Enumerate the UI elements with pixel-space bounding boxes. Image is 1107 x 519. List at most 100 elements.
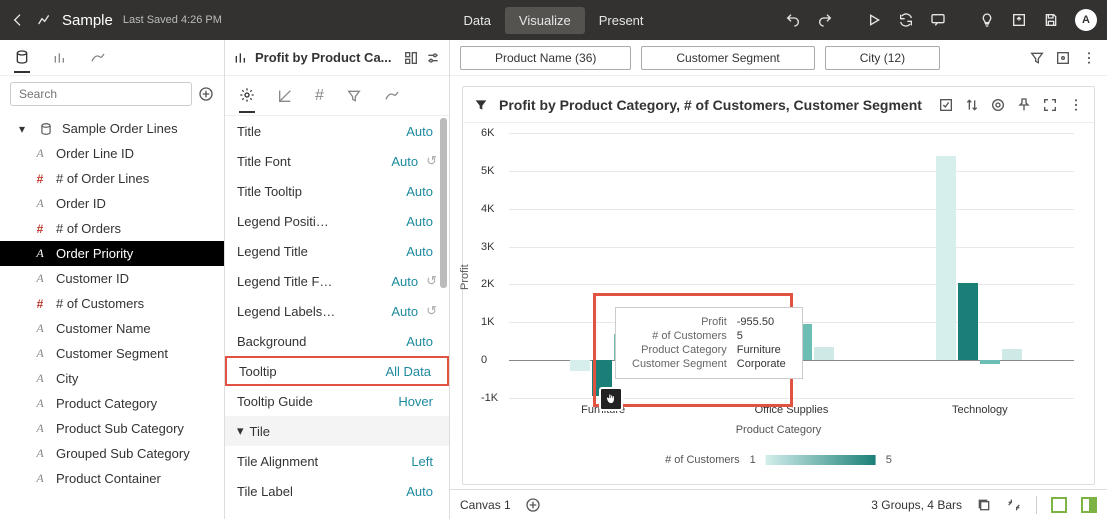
property-row[interactable]: Legend Title F…Auto↺ bbox=[225, 266, 449, 296]
expand-icon[interactable] bbox=[1042, 97, 1058, 113]
bar[interactable] bbox=[1002, 349, 1022, 360]
property-row[interactable]: Tooltip GuideHover bbox=[225, 386, 449, 416]
chart-type-icon[interactable] bbox=[36, 12, 52, 28]
field-item[interactable]: AOrder Line ID bbox=[0, 141, 224, 166]
reset-icon[interactable]: ↺ bbox=[426, 273, 437, 289]
filter-tab-icon[interactable] bbox=[346, 88, 362, 104]
filter-pill-0[interactable]: Product Name (36) bbox=[460, 46, 631, 70]
comment-icon[interactable] bbox=[930, 12, 946, 28]
property-name: Legend Labels… bbox=[237, 304, 391, 319]
field-item[interactable]: AProduct Category bbox=[0, 391, 224, 416]
property-value: Auto bbox=[391, 304, 418, 319]
undo-icon[interactable] bbox=[785, 12, 801, 28]
field-item[interactable]: AGrouped Sub Category bbox=[0, 441, 224, 466]
property-name: Tooltip Guide bbox=[237, 394, 398, 409]
user-avatar[interactable]: A bbox=[1075, 9, 1097, 31]
field-item[interactable]: ACustomer ID bbox=[0, 266, 224, 291]
property-value: Auto bbox=[406, 124, 433, 139]
sort-icon[interactable] bbox=[964, 97, 980, 113]
mode-present[interactable]: Present bbox=[585, 7, 658, 34]
measure-icon: # bbox=[32, 172, 48, 186]
export-icon[interactable] bbox=[1011, 12, 1027, 28]
add-field-icon[interactable] bbox=[198, 86, 214, 102]
layout-full-icon[interactable] bbox=[1051, 497, 1067, 513]
bar[interactable] bbox=[980, 360, 1000, 364]
bar[interactable] bbox=[936, 156, 956, 360]
add-canvas-icon[interactable] bbox=[525, 497, 541, 513]
property-row[interactable]: Title FontAuto↺ bbox=[225, 146, 449, 176]
grammar-icon[interactable] bbox=[403, 50, 419, 66]
mode-data[interactable]: Data bbox=[449, 7, 504, 34]
viz-type-icon[interactable] bbox=[233, 50, 249, 66]
mode-visualize[interactable]: Visualize bbox=[505, 7, 585, 34]
bar[interactable] bbox=[814, 347, 834, 360]
bulb-icon[interactable] bbox=[979, 12, 995, 28]
field-item[interactable]: ACustomer Segment bbox=[0, 341, 224, 366]
gridline bbox=[509, 284, 1074, 285]
general-tab-icon[interactable] bbox=[239, 87, 255, 113]
viz-tab-icon[interactable] bbox=[52, 50, 68, 66]
filter-icon[interactable] bbox=[1029, 50, 1045, 66]
field-label: # of Orders bbox=[56, 221, 121, 236]
field-item[interactable]: ACustomer Name bbox=[0, 316, 224, 341]
dataset-node[interactable]: ▾ Sample Order Lines bbox=[0, 116, 224, 141]
refresh-icon[interactable] bbox=[898, 12, 914, 28]
property-row[interactable]: Tile LabelAuto bbox=[225, 476, 449, 506]
bar[interactable] bbox=[958, 283, 978, 361]
axes-tab-icon[interactable] bbox=[277, 88, 293, 104]
canvas-menu-icon[interactable] bbox=[1081, 50, 1097, 66]
property-row[interactable]: TitleAuto bbox=[225, 116, 449, 146]
property-name: Background bbox=[237, 334, 406, 349]
field-item[interactable]: AProduct Sub Category bbox=[0, 416, 224, 441]
data-tab-icon[interactable] bbox=[14, 49, 30, 73]
workbook-title[interactable]: Sample bbox=[62, 12, 113, 29]
chart-menu-icon[interactable] bbox=[1068, 97, 1084, 113]
field-item[interactable]: ## of Customers bbox=[0, 291, 224, 316]
field-item[interactable]: ACity bbox=[0, 366, 224, 391]
property-row[interactable]: Legend Positi…Auto bbox=[225, 206, 449, 236]
scrollbar-thumb[interactable] bbox=[440, 118, 447, 288]
bar[interactable] bbox=[570, 360, 590, 371]
attribute-icon: A bbox=[32, 396, 48, 411]
preview-icon[interactable] bbox=[866, 12, 882, 28]
attribute-icon: A bbox=[32, 196, 48, 211]
property-row[interactable]: Legend TitleAuto bbox=[225, 236, 449, 266]
search-input[interactable] bbox=[10, 82, 192, 106]
property-value: Left bbox=[411, 454, 433, 469]
field-item[interactable]: AOrder ID bbox=[0, 191, 224, 216]
filter-pill-1[interactable]: Customer Segment bbox=[641, 46, 814, 70]
viz-name[interactable]: Profit by Product Ca... bbox=[255, 50, 397, 65]
field-item[interactable]: ## of Orders bbox=[0, 216, 224, 241]
field-item[interactable]: ## of Order Lines bbox=[0, 166, 224, 191]
section-tile[interactable]: ▾Tile bbox=[225, 416, 449, 446]
connect-icon[interactable] bbox=[1006, 497, 1022, 513]
property-row[interactable]: Title TooltipAuto bbox=[225, 176, 449, 206]
field-item[interactable]: AProduct Container bbox=[0, 466, 224, 491]
property-row[interactable]: BackgroundAuto bbox=[225, 326, 449, 356]
chart-filter-indicator-icon[interactable] bbox=[473, 97, 489, 113]
analytics-tab-icon[interactable] bbox=[90, 50, 106, 66]
property-row[interactable]: Tile AlignmentLeft bbox=[225, 446, 449, 476]
gridline bbox=[509, 247, 1074, 248]
y-tick-label: 1K bbox=[481, 316, 494, 328]
pin-icon[interactable] bbox=[1016, 97, 1032, 113]
reset-icon[interactable]: ↺ bbox=[426, 153, 437, 169]
canvas-name[interactable]: Canvas 1 bbox=[460, 498, 511, 512]
target-icon[interactable] bbox=[990, 97, 1006, 113]
property-row[interactable]: TooltipAll Data bbox=[225, 356, 449, 386]
redo-icon[interactable] bbox=[817, 12, 833, 28]
settings-icon[interactable] bbox=[425, 50, 441, 66]
copy-icon[interactable] bbox=[976, 497, 992, 513]
auto-insight-icon[interactable] bbox=[938, 97, 954, 113]
analytics-prop-tab-icon[interactable] bbox=[384, 88, 400, 104]
layout-split-icon[interactable] bbox=[1081, 497, 1097, 513]
save-menu-icon[interactable] bbox=[1043, 12, 1059, 28]
reset-icon[interactable]: ↺ bbox=[426, 303, 437, 319]
field-label: Order Line ID bbox=[56, 146, 134, 161]
field-item[interactable]: AOrder Priority bbox=[0, 241, 224, 266]
back-icon[interactable] bbox=[10, 12, 26, 28]
property-row[interactable]: Legend Labels…Auto ↺ bbox=[225, 296, 449, 326]
filter-pill-2[interactable]: City (12) bbox=[825, 46, 940, 70]
parameters-icon[interactable] bbox=[1055, 50, 1071, 66]
values-tab-icon[interactable]: # bbox=[315, 87, 324, 105]
